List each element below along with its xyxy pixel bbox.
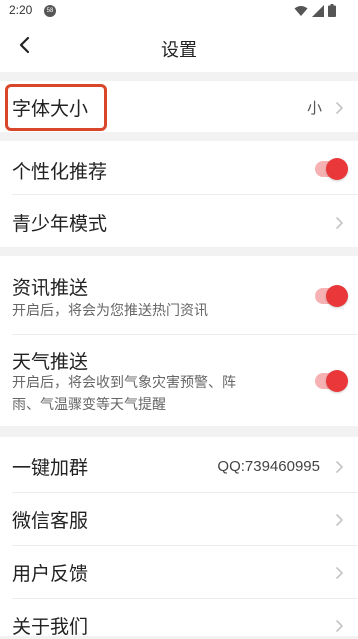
weather-push-row: 天气推送 开启后，将会收到气象灾害预警、阵 雨、气温骤变等天气提醒 [0,335,358,426]
news-push-row: 资讯推送 开启后，将会为您推送热门资讯 [0,256,358,334]
chevron-right-icon [334,100,344,114]
personalized-toggle[interactable] [315,158,348,180]
chevron-right-icon [334,618,344,632]
news-push-description: 开启后，将会为您推送热门资讯 [12,303,208,319]
status-time: 2:20 [9,3,33,17]
join-group-label: 一键加群 [12,457,89,479]
chevron-right-icon [334,459,344,473]
toggle-knob [326,285,348,307]
wifi-icon [294,2,308,21]
about-row[interactable]: 关于我们 [0,599,358,638]
wechat-service-row[interactable]: 微信客服 [0,493,358,545]
section-recommendation: 个性化推荐 青少年模式 [0,141,358,247]
chevron-right-icon [334,215,344,229]
section-other: 一键加群 QQ:739460995 微信客服 用户反馈 关于我们 [0,437,358,638]
personalized-label: 个性化推荐 [12,161,108,183]
news-push-toggle[interactable] [315,285,348,307]
wechat-service-label: 微信客服 [12,510,89,532]
feedback-row[interactable]: 用户反馈 [0,546,358,598]
chevron-right-icon [334,512,344,526]
section-push: 资讯推送 开启后，将会为您推送热门资讯 天气推送 开启后，将会收到气象灾害预警、… [0,256,358,426]
notification-badge: 58 [44,5,56,17]
teen-mode-row[interactable]: 青少年模式 [0,195,358,247]
page-title: 设置 [161,40,197,61]
news-push-label: 资讯推送 [12,277,89,299]
join-group-value: QQ:739460995 [217,458,320,475]
about-label: 关于我们 [12,616,89,638]
font-size-value: 小 [306,99,322,117]
status-bar: 2:20 58 [0,0,358,22]
personalized-row: 个性化推荐 [0,141,358,194]
feedback-label: 用户反馈 [12,563,89,585]
chevron-right-icon [334,565,344,579]
signal-icon [312,2,324,21]
status-icons [294,2,336,21]
highlight-box [5,84,107,131]
nav-bar: 设置 [0,22,358,72]
weather-push-label: 天气推送 [12,351,89,373]
weather-push-description-line2: 雨、气温骤变等天气提醒 [12,397,166,413]
toggle-knob [326,370,348,392]
weather-push-toggle[interactable] [315,370,348,392]
teen-mode-label: 青少年模式 [12,213,108,235]
toggle-knob [326,158,348,180]
battery-icon [328,2,336,21]
join-group-row[interactable]: 一键加群 QQ:739460995 [0,437,358,492]
weather-push-description-line1: 开启后，将会收到气象灾害预警、阵 [12,375,236,391]
